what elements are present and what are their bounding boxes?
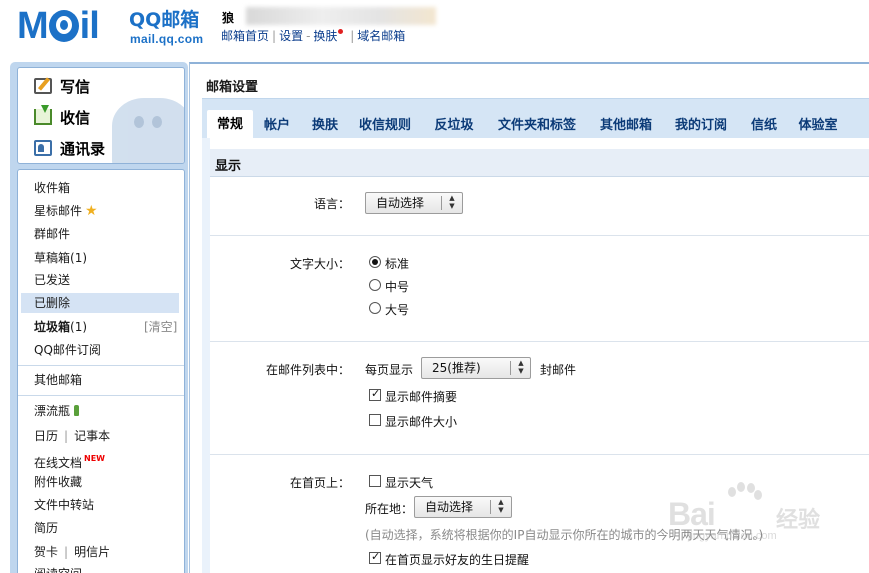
- location-select[interactable]: 自动选择 ▲ ▼: [414, 496, 512, 518]
- app-reading[interactable]: 阅读空间: [34, 564, 82, 573]
- folder-sent[interactable]: 已发送: [34, 270, 70, 290]
- folder-inbox[interactable]: 收件箱: [34, 178, 70, 198]
- logo-brand: QQ邮箱: [129, 9, 200, 31]
- bottle-icon: [74, 405, 80, 416]
- compose-button[interactable]: 写信: [34, 74, 90, 100]
- top-links: 邮箱首页 | 设置 - 换肤 | 域名邮箱: [221, 29, 406, 43]
- tab-folders-labels[interactable]: 文件夹和标签: [492, 112, 582, 139]
- birthday-reminder-label: 在首页显示好友的生日提醒: [385, 553, 530, 567]
- homepage-label: 在首页上：: [289, 476, 350, 490]
- section-title: 显示: [215, 159, 242, 174]
- show-weather-checkbox[interactable]: [369, 475, 381, 487]
- font-size-large-label: 大号: [385, 303, 410, 317]
- tab-account[interactable]: 帐户: [258, 112, 296, 139]
- app-calendar-notepad: 日历 | 记事本: [34, 429, 111, 443]
- folder-list: 收件箱 星标邮件 ★ 群邮件 草稿箱(1) 已发送 已删除 垃圾箱(1) [清空] …: [17, 169, 185, 573]
- folder-subscription[interactable]: QQ邮件订阅: [34, 340, 101, 360]
- birthday-reminder-checkbox[interactable]: [369, 550, 381, 564]
- link-skin[interactable]: 换肤: [313, 29, 337, 43]
- show-weather-label: 显示天气: [385, 476, 434, 490]
- inbox-button[interactable]: 收信: [34, 105, 90, 131]
- app-postcards[interactable]: 明信片: [74, 545, 110, 559]
- language-label: 语言：: [313, 197, 350, 211]
- folder-starred[interactable]: 星标邮件 ★: [34, 201, 98, 221]
- weather-hint: (自动选择，系统将根据你的IP自动显示你所在的城市的今明两天天气情况。): [365, 528, 764, 542]
- mail-list-label: 在邮件列表中：: [265, 363, 350, 377]
- contact-card-icon: [34, 140, 52, 156]
- section-header: 显示: [210, 149, 869, 177]
- logo-domain: mail.qq.com: [130, 32, 204, 46]
- tab-other-mailbox[interactable]: 其他邮箱: [595, 112, 657, 139]
- spam-clear-link[interactable]: [清空]: [144, 317, 177, 337]
- tab-antispam[interactable]: 反垃圾: [429, 112, 479, 139]
- font-size-large-radio[interactable]: [369, 302, 381, 314]
- link-domain-mailbox[interactable]: 域名邮箱: [357, 29, 405, 43]
- show-summary-checkbox[interactable]: [369, 387, 381, 401]
- show-size-label: 显示邮件大小: [385, 415, 458, 429]
- select-arrows-icon: ▲ ▼: [449, 194, 455, 210]
- star-icon: ★: [85, 203, 98, 219]
- app-resume[interactable]: 简历: [34, 518, 58, 538]
- settings-content: 显示 语言： 自动选择 ▲ ▼ 文字大小： 标准 中号 大号 在邮件列表中： 每页…: [202, 138, 869, 573]
- download-icon: [34, 105, 52, 125]
- select-arrows-icon: ▲ ▼: [518, 359, 524, 375]
- left-sidebar: 写信 收信 通讯录 收件箱 星标邮件 ★ 群邮件 草稿箱(1) 已发送 已删除 垃…: [10, 62, 188, 573]
- per-page-prefix: 每页显示: [365, 363, 414, 377]
- font-size-medium-radio[interactable]: [369, 279, 381, 291]
- font-size-label: 文字大小：: [289, 257, 350, 271]
- app-cards-postcards: 贺卡 | 明信片: [34, 545, 111, 559]
- per-page-select[interactable]: 25(推荐) ▲ ▼: [421, 357, 531, 379]
- folder-deleted[interactable]: 已删除: [21, 293, 179, 313]
- blurred-account-info: [246, 7, 436, 25]
- app-online-docs[interactable]: 在线文档 NEW: [34, 449, 105, 470]
- folder-other-mailbox[interactable]: 其他邮箱: [34, 370, 82, 390]
- new-badge: NEW: [84, 454, 105, 463]
- tab-general[interactable]: 常规: [207, 110, 253, 139]
- user-name: 狼: [222, 11, 235, 25]
- red-dot-icon: [338, 29, 344, 34]
- link-settings[interactable]: 设置: [279, 29, 303, 43]
- tab-subscriptions[interactable]: 我的订阅: [670, 112, 732, 139]
- tab-rules[interactable]: 收信规则: [354, 112, 416, 139]
- penguin-stamp-icon: [112, 98, 184, 163]
- pencil-icon: [34, 78, 52, 94]
- app-calendar[interactable]: 日历: [34, 429, 58, 443]
- font-size-medium-label: 中号: [385, 280, 410, 294]
- link-mailbox-home[interactable]: 邮箱首页: [221, 29, 269, 43]
- folder-spam[interactable]: 垃圾箱(1) [清空]: [34, 317, 184, 337]
- tab-skin[interactable]: 换肤: [306, 112, 344, 139]
- app-notepad[interactable]: 记事本: [74, 429, 110, 443]
- settings-tabs: 常规 帐户 换肤 收信规则 反垃圾 文件夹和标签 其他邮箱 我的订阅 信纸 体验…: [202, 98, 869, 139]
- app-cards[interactable]: 贺卡: [34, 545, 58, 559]
- logo-wordmark: Mil: [17, 5, 100, 47]
- header: Mil QQ邮箱 mail.qq.com 狼 邮箱首页 | 设置 - 换肤 | 域名邮箱: [0, 0, 869, 60]
- tab-stationery[interactable]: 信纸: [745, 112, 783, 139]
- contacts-button[interactable]: 通讯录: [34, 136, 105, 162]
- font-size-standard-radio[interactable]: [369, 256, 381, 268]
- main-panel: 邮箱设置 常规 帐户 换肤 收信规则 反垃圾 文件夹和标签 其他邮箱 我的订阅 …: [189, 62, 869, 573]
- font-size-standard-label: 标准: [385, 257, 410, 271]
- app-drift-bottle[interactable]: 漂流瓶: [34, 401, 80, 421]
- select-arrows-icon: ▲ ▼: [498, 498, 504, 514]
- app-file-transfer[interactable]: 文件中转站: [34, 495, 94, 515]
- divider: [18, 395, 184, 396]
- page-title: 邮箱设置: [206, 80, 259, 95]
- location-label: 所在地：: [365, 502, 414, 516]
- per-page-suffix: 封邮件: [540, 363, 577, 377]
- tab-lab[interactable]: 体验室: [793, 112, 843, 139]
- show-summary-label: 显示邮件摘要: [385, 390, 458, 404]
- language-select[interactable]: 自动选择 ▲ ▼: [365, 192, 463, 214]
- qq-mail-logo[interactable]: Mil QQ邮箱 mail.qq.com: [17, 6, 237, 46]
- app-attachments[interactable]: 附件收藏: [34, 472, 82, 492]
- quick-actions: 写信 收信 通讯录: [17, 67, 185, 164]
- show-size-checkbox[interactable]: [369, 414, 381, 426]
- divider: [18, 365, 184, 366]
- folder-group[interactable]: 群邮件: [34, 224, 70, 244]
- folder-drafts[interactable]: 草稿箱(1): [34, 248, 87, 268]
